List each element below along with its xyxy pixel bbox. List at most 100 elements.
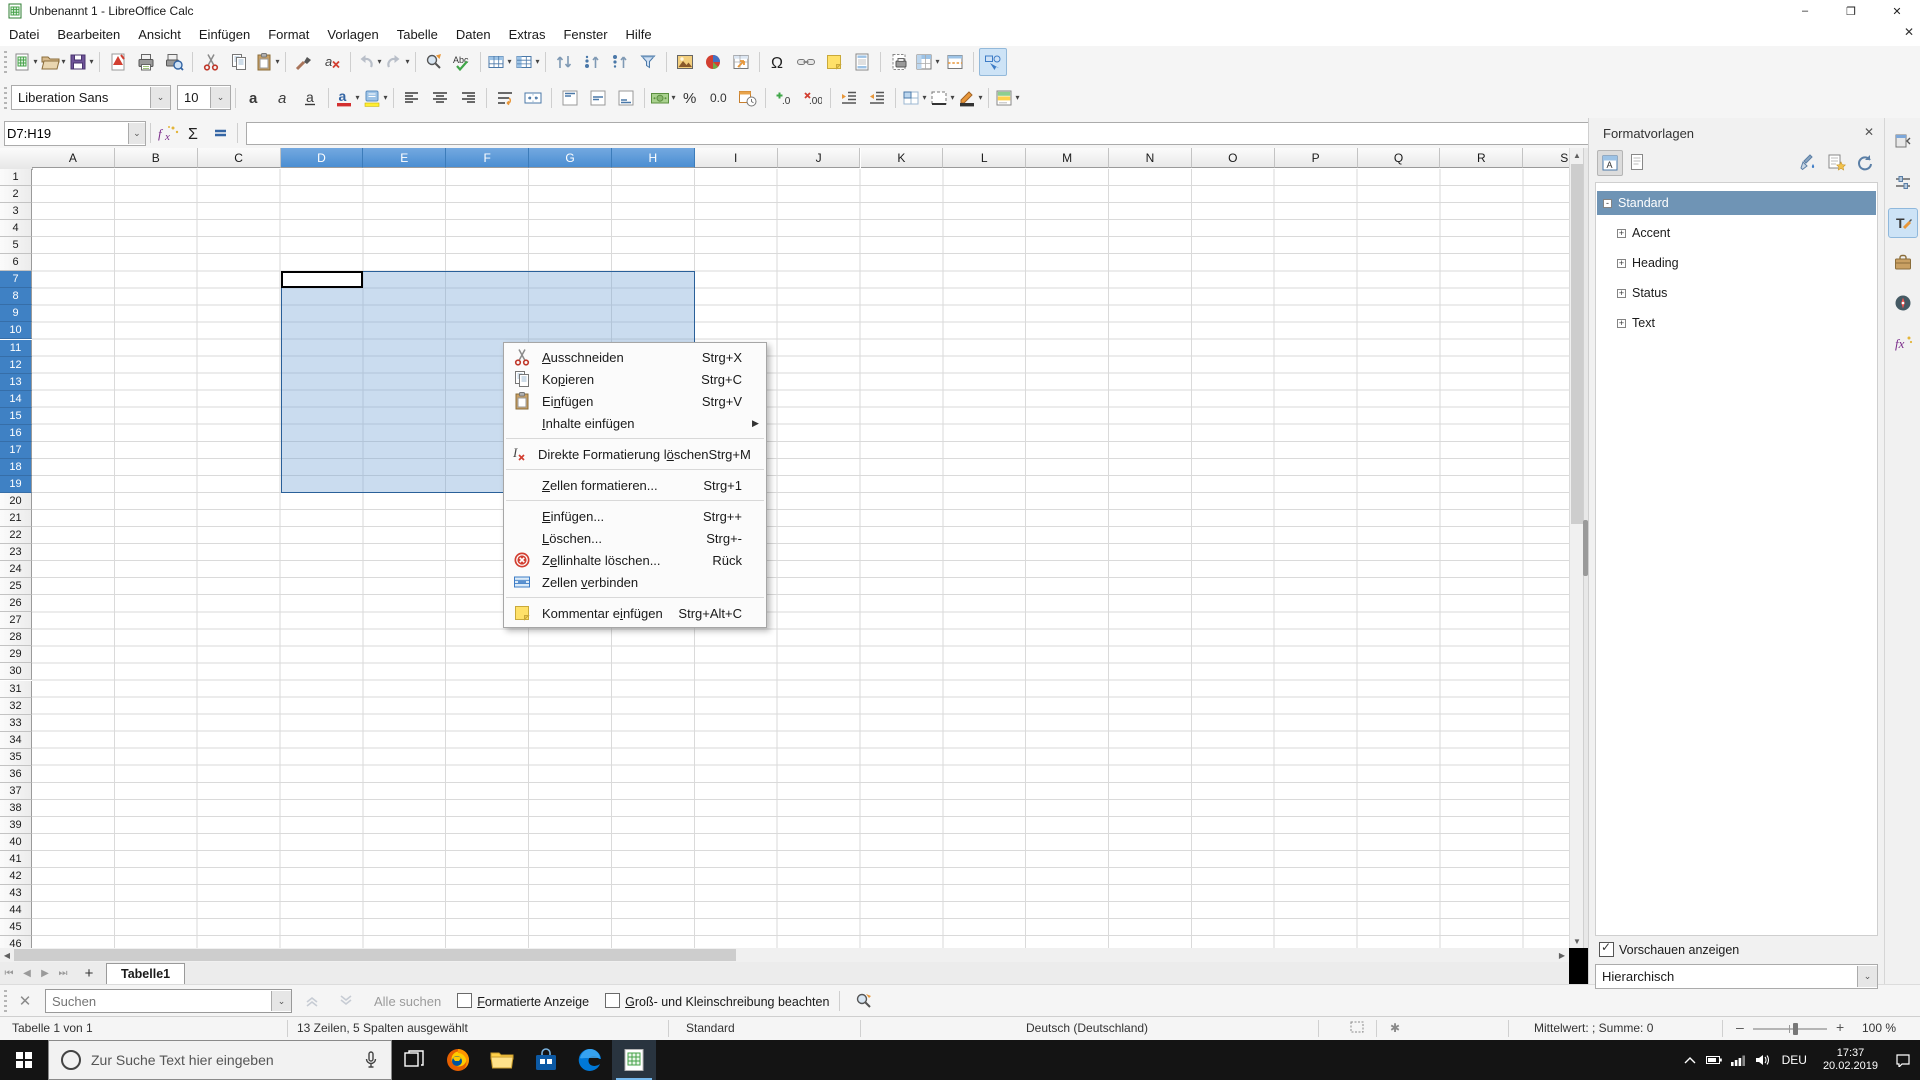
page-style-status[interactable]: Standard [686, 1021, 735, 1035]
font-size-combo[interactable]: 10 ⌄ [177, 85, 231, 110]
active-cell[interactable] [280, 271, 364, 289]
taskbar-search-box[interactable]: Zur Suche Text hier eingeben [48, 1040, 392, 1080]
merge-cells-button[interactable] [520, 85, 546, 111]
dropdown-arrow[interactable]: ▾ [950, 93, 954, 102]
row-header-25[interactable]: 25 [0, 578, 32, 596]
scroll-up-arrow[interactable]: ▲ [1570, 148, 1584, 162]
expand-icon[interactable]: + [1617, 318, 1626, 328]
volume-icon[interactable] [1750, 1040, 1774, 1080]
find-and-replace-button[interactable] [851, 988, 877, 1014]
sidebar-tab-styles[interactable]: T [1888, 208, 1918, 238]
row-header-40[interactable]: 40 [0, 833, 32, 851]
sheet-tab-tabelle1[interactable]: Tabelle1 [106, 963, 186, 984]
style-item-status[interactable]: + Status [1597, 281, 1876, 305]
row-header-46[interactable]: 46 [0, 936, 32, 948]
align-center-button[interactable] [427, 85, 453, 111]
font-color-button[interactable]: a ▾ [334, 85, 360, 111]
taskbar-task-view-icon[interactable] [392, 1040, 436, 1080]
print-button[interactable] [133, 49, 159, 75]
row-header-36[interactable]: 36 [0, 765, 32, 783]
dropdown-arrow[interactable]: ▾ [507, 57, 511, 66]
underline-button[interactable]: a [297, 85, 323, 111]
vertical-scrollbar-thumb[interactable] [1571, 164, 1583, 524]
row-header-17[interactable]: 17 [0, 441, 32, 459]
row-header-27[interactable]: 27 [0, 612, 32, 630]
column-header-C[interactable]: C [197, 148, 281, 168]
zoom-percent[interactable]: 100 % [1862, 1021, 1896, 1035]
context-menu-item-kopieren[interactable]: Kopieren Strg+C [504, 368, 766, 390]
row-header-37[interactable]: 37 [0, 782, 32, 800]
column-header-J[interactable]: J [777, 148, 861, 168]
horizontal-scrollbar[interactable]: ◀ ▶ [0, 948, 1569, 962]
search-field[interactable] [46, 993, 271, 1009]
autofilter-button[interactable] [635, 49, 661, 75]
undo-button[interactable]: ▾ [356, 49, 382, 75]
clone-formatting-button[interactable] [291, 49, 317, 75]
borders-button[interactable]: ▾ [901, 85, 927, 111]
row-header-16[interactable]: 16 [0, 424, 32, 442]
row-header-32[interactable]: 32 [0, 697, 32, 715]
dropdown-arrow[interactable]: ▾ [383, 93, 387, 102]
toolbar-grip[interactable] [2, 990, 9, 1012]
row-header-42[interactable]: 42 [0, 868, 32, 886]
font-name-combo[interactable]: Liberation Sans ⌄ [11, 85, 171, 110]
dropdown-arrow[interactable]: ▾ [355, 93, 359, 102]
context-menu-item-zellinhalte-löschen[interactable]: Zellinhalte löschen... Rück [504, 549, 766, 571]
column-header-K[interactable]: K [860, 148, 944, 168]
scroll-left-arrow[interactable]: ◀ [0, 948, 14, 962]
style-item-accent[interactable]: + Accent [1597, 221, 1876, 245]
previous-sheet-button[interactable]: ◀ [18, 964, 36, 982]
row-header-24[interactable]: 24 [0, 561, 32, 579]
tray-clock[interactable]: 17:37 20.02.2019 [1815, 1047, 1886, 1073]
bold-button[interactable]: a [241, 85, 267, 111]
context-menu-item-einfügen[interactable]: Einfügen Strg+V [504, 390, 766, 412]
zoom-out-button[interactable]: – [1736, 1019, 1744, 1035]
column-header-M[interactable]: M [1026, 148, 1110, 168]
dropdown-arrow[interactable]: ▾ [1015, 93, 1019, 102]
column-header-I[interactable]: I [694, 148, 778, 168]
menu-format[interactable]: Format [259, 24, 318, 45]
row-header-9[interactable]: 9 [0, 305, 32, 323]
expand-icon[interactable]: + [1617, 228, 1626, 238]
context-menu-item-inhalte-einfügen[interactable]: Inhalte einfügen ▶ [504, 412, 766, 434]
page-styles-button[interactable] [1625, 150, 1649, 174]
row-header-28[interactable]: 28 [0, 629, 32, 647]
row-header-11[interactable]: 11 [0, 339, 32, 357]
row-header-26[interactable]: 26 [0, 595, 32, 613]
context-menu-item-direkte-formatierung-löschen[interactable]: I Direkte Formatierung löschen Strg+M [504, 443, 766, 465]
row-header-29[interactable]: 29 [0, 646, 32, 664]
format-number-button[interactable]: 0.0 [706, 85, 732, 111]
decrease-indent-button[interactable] [864, 85, 890, 111]
name-box[interactable]: ⌄ [4, 120, 146, 146]
sort-button[interactable] [551, 49, 577, 75]
scroll-down-arrow[interactable]: ▼ [1570, 934, 1584, 948]
update-style-button[interactable] [1852, 150, 1876, 174]
next-sheet-button[interactable]: ▶ [36, 964, 54, 982]
search-input[interactable]: ⌄ [45, 989, 292, 1013]
toolbar-grip[interactable] [2, 50, 9, 73]
copy-button[interactable] [226, 49, 252, 75]
column-header-N[interactable]: N [1109, 148, 1192, 168]
insert-image-button[interactable] [672, 49, 698, 75]
find-all-button[interactable]: Alle suchen [374, 994, 441, 1009]
row-header-12[interactable]: 12 [0, 356, 32, 374]
dropdown-arrow[interactable]: ▾ [89, 57, 93, 66]
selection-mode-icon[interactable] [1350, 1021, 1364, 1033]
row-header-45[interactable]: 45 [0, 919, 32, 937]
column-header-F[interactable]: F [446, 148, 530, 168]
align-middle-button[interactable] [585, 85, 611, 111]
sidebar-tab-properties[interactable] [1888, 168, 1918, 198]
spelling-button[interactable]: Abc [449, 49, 475, 75]
equals-button[interactable] [207, 122, 233, 144]
find-next-button[interactable] [332, 989, 360, 1013]
column-header-S[interactable]: S [1523, 148, 1569, 168]
dropdown-arrow[interactable]: ▾ [671, 93, 675, 102]
menu-bearbeiten[interactable]: Bearbeiten [48, 24, 129, 45]
column-header-H[interactable]: H [611, 148, 695, 168]
row-header-7[interactable]: 7 [0, 271, 32, 289]
print-preview-button[interactable] [161, 49, 187, 75]
row-header-14[interactable]: 14 [0, 390, 32, 408]
menu-extras[interactable]: Extras [500, 24, 555, 45]
search-dropdown-arrow[interactable]: ⌄ [271, 991, 291, 1011]
style-view-dropdown-arrow[interactable]: ⌄ [1857, 966, 1877, 987]
